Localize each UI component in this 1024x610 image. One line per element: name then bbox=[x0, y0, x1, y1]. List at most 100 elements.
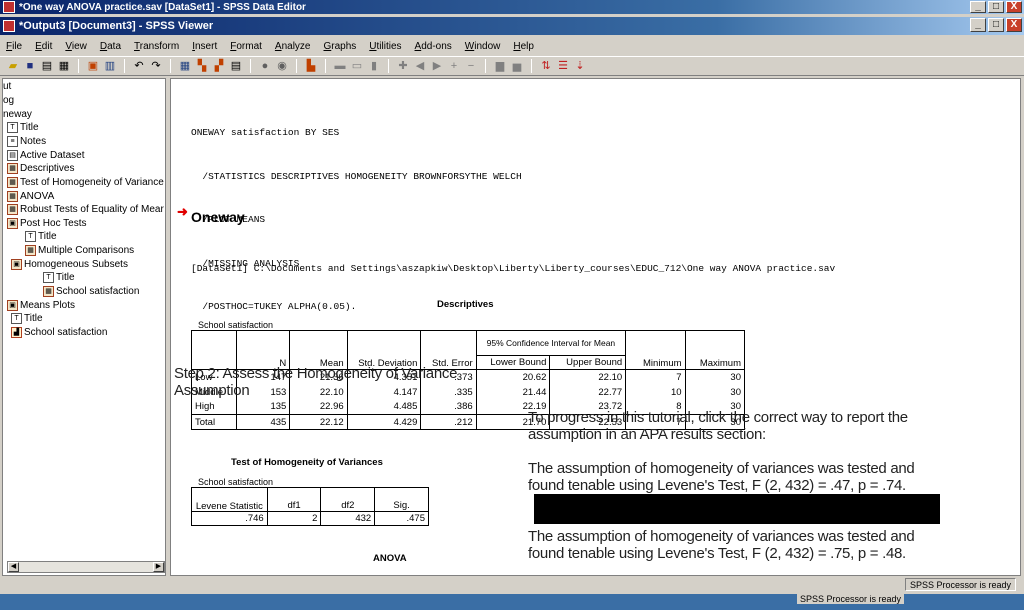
goto-case-icon[interactable]: ▚ bbox=[195, 59, 209, 73]
answer-option-1-highlight[interactable] bbox=[534, 494, 940, 524]
redo-icon[interactable]: ↷ bbox=[149, 59, 163, 73]
collapse-icon[interactable]: − bbox=[464, 59, 478, 73]
menu-window[interactable]: Window bbox=[465, 41, 501, 52]
outline-item[interactable]: ▦ Multiple Comparisons bbox=[25, 245, 134, 256]
outline-item[interactable]: ▣ Means Plots bbox=[7, 300, 75, 311]
export-icon[interactable]: ▣ bbox=[86, 59, 100, 73]
row-label: Total bbox=[190, 414, 238, 430]
outer-close-button[interactable]: X bbox=[1006, 1, 1022, 13]
menu-transform[interactable]: Transform bbox=[134, 41, 179, 52]
promote-icon[interactable]: ✚ bbox=[396, 59, 410, 73]
select-last-output-icon[interactable]: ☰ bbox=[556, 59, 570, 73]
col-header: Mean bbox=[289, 330, 348, 370]
outline-item[interactable]: ▦ Test of Homogeneity of Variance bbox=[7, 177, 164, 188]
outline-item-label: Test of Homogeneity of Variance bbox=[20, 177, 164, 188]
scroll-right-arrow-icon[interactable]: ▶ bbox=[153, 562, 164, 572]
table-cell: .386 bbox=[420, 399, 477, 415]
outline-item-label: Title bbox=[24, 313, 43, 324]
goto-variable-icon[interactable]: ▞ bbox=[212, 59, 226, 73]
outline-item[interactable]: ≡ Notes bbox=[7, 136, 46, 147]
dialog-recall-icon[interactable]: ▥ bbox=[103, 59, 117, 73]
anchor-icon[interactable]: ⇣ bbox=[573, 59, 587, 73]
outline-item[interactable]: ▦ School satisfaction bbox=[43, 286, 139, 297]
menu-utilities[interactable]: Utilities bbox=[369, 41, 401, 52]
col-header: df2 bbox=[320, 487, 376, 512]
tutorial-step-title: Step 2: Assess the Homogeneity of Varian… bbox=[174, 365, 458, 399]
outline-item-label: Title bbox=[20, 122, 39, 133]
open-icon[interactable]: ▰ bbox=[6, 59, 20, 73]
book-icon: ▣ bbox=[7, 300, 18, 311]
insert-title-icon[interactable]: ▭ bbox=[350, 59, 364, 73]
outer-maximize-button[interactable]: □ bbox=[988, 1, 1004, 13]
menu-analyze[interactable]: Analyze bbox=[275, 41, 311, 52]
variables-icon[interactable]: ▤ bbox=[229, 59, 243, 73]
viewer-maximize-button[interactable]: □ bbox=[988, 18, 1004, 32]
table-cell: .475 bbox=[374, 511, 429, 526]
save-icon[interactable]: ■ bbox=[23, 59, 37, 73]
menu-graphs[interactable]: Graphs bbox=[323, 41, 356, 52]
scroll-left-arrow-icon[interactable]: ◀ bbox=[8, 562, 19, 572]
outline-item[interactable]: ▣ Post Hoc Tests bbox=[7, 218, 87, 229]
answer-option-2[interactable]: The assumption of homogeneity of varianc… bbox=[528, 528, 948, 572]
use-sets-icon[interactable]: ● bbox=[258, 59, 272, 73]
outline-item[interactable]: ▤ Active Dataset bbox=[7, 150, 84, 161]
outline-item[interactable]: T Title bbox=[43, 272, 75, 283]
table-cell: 4.485 bbox=[346, 399, 422, 415]
show-icon[interactable]: ▆ bbox=[493, 59, 507, 73]
outline-item[interactable]: ▦ Descriptives bbox=[7, 163, 74, 174]
menu-add-ons[interactable]: Add-ons bbox=[415, 41, 452, 52]
demote-right-icon[interactable]: ▶ bbox=[430, 59, 444, 73]
toolbar: ▰ ■ ▤ ▦ ▣ ▥ ↶ ↷ ▦ ▚ ▞ ▤ ● ◉ ▙ ▬ ▭ ▮ ✚ ◀ … bbox=[0, 56, 1024, 76]
toolbar-separator bbox=[485, 59, 486, 73]
expand-icon[interactable]: + bbox=[447, 59, 461, 73]
goto-data-icon[interactable]: ▦ bbox=[178, 59, 192, 73]
outline-item[interactable]: T Title bbox=[7, 122, 39, 133]
table-cell: 10 bbox=[625, 384, 686, 400]
print-preview-icon[interactable]: ▦ bbox=[57, 59, 71, 73]
insert-heading-icon[interactable]: ▬ bbox=[333, 59, 347, 73]
outline-item-label: Homogeneous Subsets bbox=[24, 259, 128, 270]
homogeneity-subtitle: School satisfaction bbox=[198, 477, 274, 487]
data-editor-titlebar: *One way ANOVA practice.sav [DataSet1] -… bbox=[0, 0, 1024, 14]
viewer-close-button[interactable]: X bbox=[1006, 18, 1022, 32]
show-all-icon[interactable]: ◉ bbox=[275, 59, 289, 73]
insert-text-icon[interactable]: ▮ bbox=[367, 59, 381, 73]
designate-window-icon[interactable]: ▙ bbox=[304, 59, 318, 73]
outline-item[interactable]: ▦ Robust Tests of Equality of Mear bbox=[7, 204, 164, 215]
outline-item-label: Multiple Comparisons bbox=[38, 245, 135, 256]
outline-pane[interactable]: ut og neway T Title ≡ Notes ▤ Active Dataset ▦ Des… bbox=[2, 78, 166, 576]
table-cell: 22.96 bbox=[289, 399, 348, 415]
title-icon: T bbox=[25, 231, 36, 242]
processor-status: SPSS Processor is ready bbox=[904, 578, 1016, 591]
outline-item[interactable]: og bbox=[3, 95, 14, 106]
col-header: Upper Bound bbox=[549, 355, 627, 370]
print-icon[interactable]: ▤ bbox=[40, 59, 54, 73]
outline-item[interactable]: ▦ ANOVA bbox=[7, 191, 54, 202]
table-cell: .746 bbox=[191, 511, 268, 526]
homogeneity-table[interactable]: Levene Statistic df1 df2 Sig. .746 2 432… bbox=[191, 487, 429, 526]
outline-item[interactable]: ▣ Homogeneous Subsets bbox=[11, 259, 128, 270]
outline-item[interactable]: T Title bbox=[25, 231, 57, 242]
menu-edit[interactable]: Edit bbox=[35, 41, 52, 52]
menu-file[interactable]: File bbox=[6, 41, 22, 52]
outline-item[interactable]: ut bbox=[3, 81, 11, 92]
menu-insert[interactable]: Insert bbox=[192, 41, 217, 52]
outline-item[interactable]: neway bbox=[3, 109, 32, 120]
undo-icon[interactable]: ↶ bbox=[132, 59, 146, 73]
viewer-minimize-button[interactable]: _ bbox=[970, 18, 986, 32]
menu-data[interactable]: Data bbox=[100, 41, 121, 52]
oneway-heading[interactable]: Oneway bbox=[191, 209, 245, 225]
menu-help[interactable]: Help bbox=[513, 41, 534, 52]
hide-icon[interactable]: ▅ bbox=[510, 59, 524, 73]
viewer-title: *Output3 [Document3] - SPSS Viewer bbox=[19, 20, 214, 32]
outline-item[interactable]: ▟ School satisfaction bbox=[11, 327, 107, 338]
table-cell: 4.429 bbox=[346, 414, 422, 430]
table-cell: 22.10 bbox=[549, 369, 627, 385]
outline-item[interactable]: T Title bbox=[11, 313, 43, 324]
menu-format[interactable]: Format bbox=[230, 41, 262, 52]
pivot-icon[interactable]: ⇅ bbox=[539, 59, 553, 73]
demote-left-icon[interactable]: ◀ bbox=[413, 59, 427, 73]
outer-minimize-button[interactable]: _ bbox=[970, 1, 986, 13]
menu-view[interactable]: View bbox=[65, 41, 87, 52]
outline-horizontal-scrollbar[interactable]: ◀ ▶ bbox=[7, 561, 165, 573]
